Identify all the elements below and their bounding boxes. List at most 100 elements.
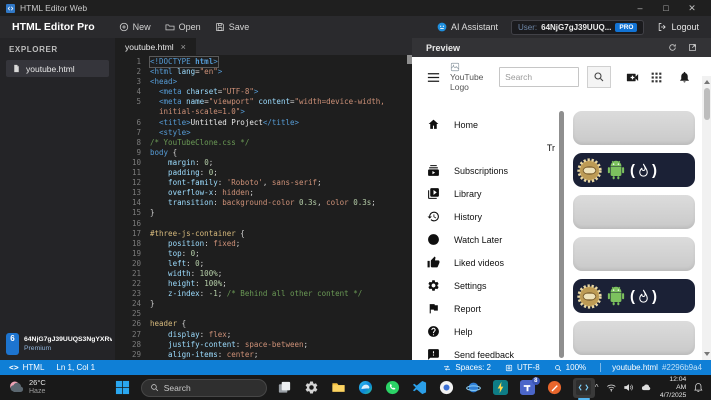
copilot-app-icon[interactable] (438, 379, 456, 397)
menu-hamburger-icon[interactable] (426, 70, 441, 85)
html-editor-taskbar-icon[interactable] (572, 377, 595, 400)
open-button[interactable]: Open (165, 22, 201, 32)
sidebar-item-settings[interactable]: Settings (412, 274, 564, 297)
active-file-indicator[interactable]: youtube.html #2296b9a4 (600, 363, 702, 372)
code-line[interactable]: 20 left: 0; (115, 259, 406, 269)
minimize-icon[interactable]: – (627, 0, 653, 16)
explorer-user-card[interactable]: 6 64NjG7gJ39UUQS3NgYXRvDjg Premium (6, 333, 112, 355)
new-button[interactable]: New (119, 22, 151, 32)
tray-expand-icon[interactable]: ^ (595, 383, 599, 392)
code-line[interactable]: 6 <title>Untitled Project</title> (115, 118, 406, 128)
sidebar-item-library[interactable]: Library (412, 182, 564, 205)
language-mode[interactable]: <> HTML (9, 363, 44, 372)
code-line[interactable]: 7 <style> (115, 128, 406, 138)
code-line[interactable]: 19 top: 0; (115, 249, 406, 259)
code-line[interactable]: 3 <head> (115, 77, 406, 87)
video-thumbnail-emoji[interactable]: () (573, 153, 695, 187)
cloud-status-icon[interactable] (641, 382, 652, 393)
code-line[interactable]: 24} (115, 299, 406, 309)
logout-button[interactable]: Logout (657, 22, 699, 32)
refresh-icon[interactable] (668, 43, 677, 52)
sidebar-item-help[interactable]: Help (412, 320, 564, 343)
apps-grid-icon[interactable] (650, 71, 663, 84)
code-line[interactable]: 13 overflow-x: hidden; (115, 188, 406, 198)
dev-tool-icon[interactable] (492, 379, 510, 397)
speaker-icon[interactable] (623, 382, 634, 393)
clock-widget[interactable]: 12:04 AM 4/7/2025 (659, 376, 686, 400)
sidebar-item-trending-clipped[interactable]: Tr (412, 136, 564, 159)
explorer-file-youtube-html[interactable]: youtube.html (6, 60, 109, 77)
code-line[interactable]: 18 position: fixed; (115, 239, 406, 249)
notifications-bell-icon[interactable] (678, 70, 691, 84)
code-line[interactable]: 21 width: 100%; (115, 269, 406, 279)
code-line[interactable]: 4 <meta charset="UTF-8"> (115, 87, 406, 97)
code-line[interactable]: 16 (115, 219, 406, 229)
code-line[interactable]: 29 align-items: center; (115, 350, 406, 360)
scroll-up-icon[interactable] (703, 80, 710, 84)
code-line[interactable]: 9 body { (115, 148, 406, 158)
code-line[interactable]: 23 z-index: -1; /* Behind all other cont… (115, 289, 406, 299)
open-external-icon[interactable] (688, 43, 697, 52)
taskbar-search-box[interactable]: Search (140, 378, 267, 397)
sidebar-item-watch-later[interactable]: Watch Later (412, 228, 564, 251)
code-lines[interactable]: 1 <!DOCTYPE html> 2 <html lang="en"> 3 <head>… (115, 55, 406, 360)
sidebar-item-home[interactable]: Home (412, 113, 564, 136)
code-line[interactable]: 15} (115, 208, 406, 218)
code-line[interactable]: 14 transition: background-color 0.3s, co… (115, 198, 406, 208)
code-line[interactable]: 8/* YouTubeClone.css */ (115, 138, 406, 148)
code-line[interactable]: 12 font-family: 'Roboto', sans-serif; (115, 178, 406, 188)
video-thumbnail-placeholder[interactable] (573, 237, 695, 271)
edge-browser-icon[interactable] (357, 379, 375, 397)
code-line[interactable]: 10 margin: 0; (115, 158, 406, 168)
search-input[interactable] (499, 67, 580, 87)
sidebar-item-send-feedback[interactable]: Send feedback (412, 343, 564, 360)
whatsapp-icon[interactable] (384, 379, 402, 397)
ai-assistant-button[interactable]: AI Assistant (437, 22, 498, 32)
code-line[interactable]: 11 padding: 0; (115, 168, 406, 178)
notifications-icon[interactable] (693, 382, 704, 393)
vscode-icon[interactable] (411, 379, 429, 397)
code-line[interactable]: 26 header { (115, 319, 406, 329)
maximize-icon[interactable]: □ (653, 0, 679, 16)
close-icon[interactable]: ✕ (679, 0, 705, 16)
yt-sidebar-scrollbar[interactable] (559, 111, 564, 358)
opera-pencil-app-icon[interactable] (546, 379, 564, 397)
windows-start-button[interactable] (114, 379, 132, 397)
file-explorer-icon[interactable] (330, 379, 348, 397)
encoding-setting[interactable]: UTF-8 (505, 363, 540, 372)
indentation-setting[interactable]: Spaces: 2 (443, 363, 491, 372)
preview-scrollbar-thumb[interactable] (703, 88, 710, 120)
code-line[interactable]: 1 <!DOCTYPE html> (115, 55, 406, 69)
sidebar-item-history[interactable]: History (412, 205, 564, 228)
video-thumbnail-placeholder[interactable] (573, 321, 695, 355)
save-button[interactable]: Save (215, 22, 249, 32)
code-line[interactable]: 2 <html lang="en"> (115, 67, 406, 77)
tab-youtube-html[interactable]: youtube.html × (115, 38, 196, 55)
sidebar-item-liked-videos[interactable]: Liked videos (412, 251, 564, 274)
cursor-position[interactable]: Ln 1, Col 1 (56, 363, 95, 372)
wifi-icon[interactable] (606, 382, 617, 393)
scroll-down-icon[interactable] (703, 352, 710, 356)
code-line[interactable]: 28 justify-content: space-between; (115, 340, 406, 350)
planet-app-icon[interactable] (465, 379, 483, 397)
teams-icon[interactable]: 8 (519, 376, 540, 397)
code-line[interactable]: 17 #three-js-container { (115, 229, 406, 239)
video-thumbnail-placeholder[interactable] (573, 111, 695, 145)
taskbar-weather-widget[interactable]: 26°C Haze (0, 378, 114, 396)
task-view-icon[interactable] (276, 379, 294, 397)
sidebar-item-report[interactable]: Report (412, 297, 564, 320)
user-account-pill[interactable]: User: 64NjG7gJ39UUQ... PRO (511, 19, 645, 35)
search-button[interactable] (587, 66, 611, 88)
zoom-level[interactable]: 100% (554, 363, 586, 372)
preview-scrollbar[interactable] (702, 76, 711, 360)
code-line[interactable]: 25 (115, 309, 406, 319)
settings-gear-icon[interactable] (303, 379, 321, 397)
code-line[interactable]: 22 height: 100%; (115, 279, 406, 289)
tab-close-icon[interactable]: × (181, 42, 186, 52)
sidebar-item-subscriptions[interactable]: Subscriptions (412, 159, 564, 182)
code-line[interactable]: 27 display: flex; (115, 330, 406, 340)
video-thumbnail-placeholder[interactable] (573, 195, 695, 229)
video-thumbnail-emoji[interactable]: () (573, 279, 695, 313)
code-line[interactable]: 5 <meta name="viewport" content="width=d… (115, 97, 406, 107)
create-video-button[interactable] (624, 70, 641, 85)
